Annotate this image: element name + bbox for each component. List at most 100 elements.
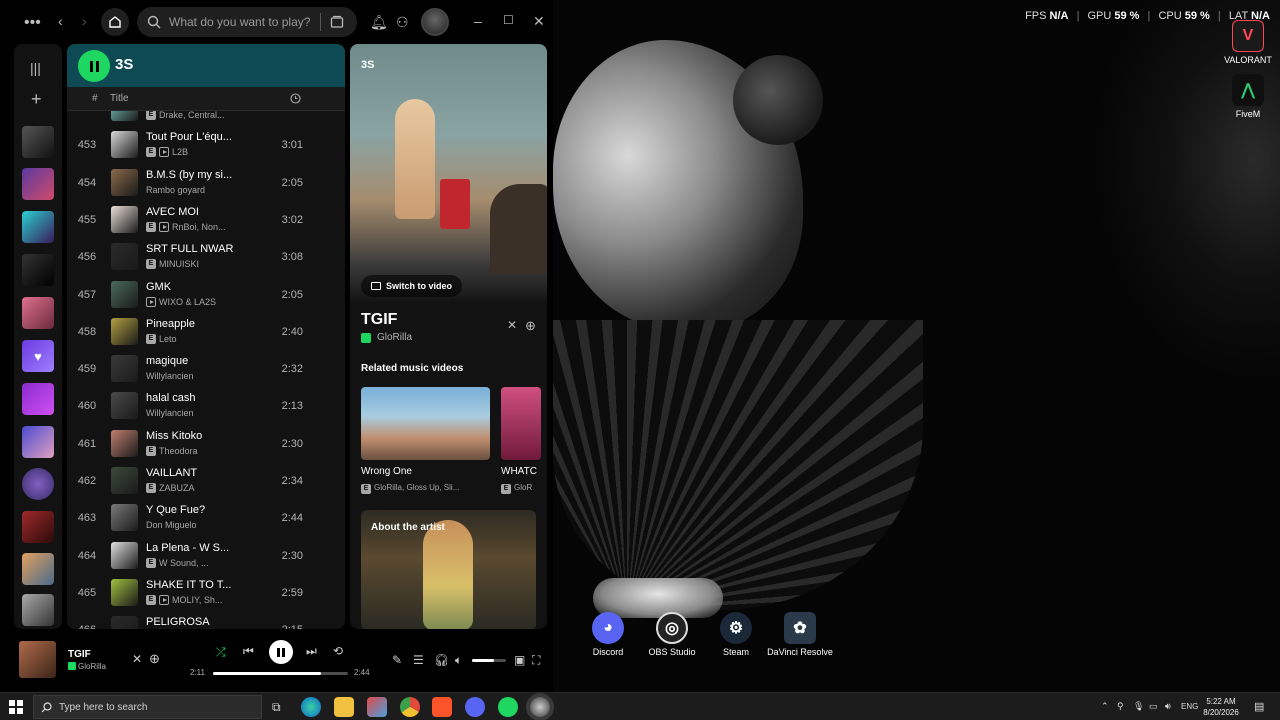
library-item[interactable] bbox=[22, 511, 54, 543]
track-title[interactable]: Pineapple bbox=[146, 318, 276, 330]
taskbar-search-input[interactable]: Type here to search bbox=[33, 695, 262, 719]
track-artist-text[interactable]: L2B bbox=[172, 147, 188, 157]
forward-arrow-icon[interactable]: › bbox=[82, 13, 87, 29]
playlist-pause-button[interactable] bbox=[78, 50, 110, 82]
track-artist-text[interactable]: Drake, Central... bbox=[159, 111, 225, 120]
track-artist-text[interactable]: MOLIY, Sh... bbox=[172, 595, 222, 605]
track-row[interactable]: 464 La Plena - W S... E W Sound, ... 2:30 bbox=[67, 539, 345, 576]
now-playing-artist[interactable]: GloRilla bbox=[377, 332, 412, 343]
miniplayer-icon[interactable]: ▣ bbox=[514, 653, 525, 667]
related-video-thumbnail[interactable] bbox=[501, 387, 541, 460]
player-song-title[interactable]: TGIF bbox=[68, 649, 91, 660]
add-to-liked-icon[interactable]: ⊕ bbox=[149, 651, 160, 667]
related-video-title[interactable]: WHATC bbox=[501, 466, 541, 477]
active-app-icon[interactable] bbox=[530, 697, 550, 717]
microphone-icon[interactable]: 🎙︎ bbox=[1133, 701, 1144, 712]
library-item[interactable] bbox=[22, 297, 54, 329]
track-artist-text[interactable]: RnBoi, Non... bbox=[172, 222, 226, 232]
desktop-icon-obs[interactable]: ◎ OBS Studio bbox=[637, 612, 707, 657]
library-icon[interactable]: ||| bbox=[30, 60, 41, 76]
file-explorer-icon[interactable] bbox=[334, 697, 354, 717]
notifications-bell-icon[interactable]: 🔔︎ bbox=[370, 14, 388, 31]
previous-track-icon[interactable]: ⏮︎ bbox=[243, 644, 254, 659]
microsoft-store-icon[interactable] bbox=[367, 697, 387, 717]
desktop-icon-davinci[interactable]: ✿ DaVinci Resolve bbox=[765, 612, 835, 657]
track-title[interactable]: SRT FULL NWAR bbox=[146, 243, 276, 255]
desktop-icon-fivem[interactable]: ⋀ FiveM bbox=[1213, 74, 1280, 119]
desktop-icon-valorant[interactable]: V VALORANT bbox=[1213, 20, 1280, 65]
track-title[interactable]: La Plena - W S... bbox=[146, 542, 276, 554]
task-view-icon[interactable]: ⧉ bbox=[272, 700, 281, 715]
windows-start-icon[interactable] bbox=[9, 700, 23, 714]
track-row[interactable]: 453 Tout Pour L'équ... E L2B 3:01 bbox=[67, 128, 345, 165]
close-window-icon[interactable]: ✕ bbox=[533, 13, 545, 30]
close-panel-icon[interactable]: ✕ bbox=[507, 318, 517, 332]
discord-icon[interactable] bbox=[465, 697, 485, 717]
network-icon[interactable]: ▭ bbox=[1149, 701, 1158, 712]
library-item[interactable] bbox=[22, 468, 54, 500]
library-item[interactable] bbox=[22, 126, 54, 158]
track-artist-text[interactable]: MINUISKI bbox=[159, 259, 199, 269]
library-item[interactable] bbox=[22, 594, 54, 626]
volume-icon[interactable]: 🔈︎ bbox=[455, 653, 462, 668]
chrome-icon[interactable] bbox=[400, 697, 420, 717]
create-plus-icon[interactable]: + bbox=[31, 89, 42, 110]
track-title[interactable]: Tout Pour L'équ... bbox=[146, 131, 276, 143]
track-title[interactable]: magique bbox=[146, 355, 276, 367]
library-item[interactable] bbox=[22, 211, 54, 243]
track-row[interactable]: 458 Pineapple E Leto 2:40 bbox=[67, 315, 345, 352]
speaker-icon[interactable]: 🔊︎ bbox=[1165, 701, 1171, 712]
home-button[interactable] bbox=[101, 8, 129, 36]
add-to-playlist-icon[interactable]: ⊕ bbox=[525, 318, 536, 334]
switch-to-video-button[interactable]: Switch to video bbox=[361, 275, 463, 297]
track-artist-text[interactable]: Rambo goyard bbox=[146, 185, 205, 195]
related-video-title[interactable]: Wrong One bbox=[361, 466, 412, 477]
library-item[interactable] bbox=[22, 383, 54, 415]
track-row[interactable]: 455 AVEC MOI E RnBoi, Non... 3:02 bbox=[67, 203, 345, 240]
brave-icon[interactable] bbox=[432, 697, 452, 717]
track-title[interactable]: VAILLANT bbox=[146, 467, 276, 479]
minimize-icon[interactable]: – bbox=[474, 13, 482, 29]
track-row[interactable]: 462 VAILLANT E ZABUZA 2:34 bbox=[67, 464, 345, 501]
progress-bar[interactable] bbox=[213, 672, 348, 675]
track-title[interactable]: PELIGROSA bbox=[146, 616, 276, 628]
volume-slider[interactable] bbox=[472, 659, 506, 662]
track-artist-text[interactable]: ZABUZA bbox=[159, 483, 195, 493]
profile-avatar[interactable] bbox=[421, 8, 449, 36]
hide-cover-close-icon[interactable]: ✕ bbox=[132, 652, 142, 666]
repeat-icon[interactable]: ⟲ bbox=[333, 644, 343, 658]
track-title[interactable]: AVEC MOI bbox=[146, 206, 276, 218]
track-artist-text[interactable]: Leto bbox=[159, 334, 177, 344]
library-item[interactable] bbox=[22, 553, 54, 585]
track-row[interactable]: 456 SRT FULL NWAR E MINUISKI 3:08 bbox=[67, 240, 345, 277]
now-playing-cover[interactable] bbox=[19, 641, 56, 678]
shuffle-icon[interactable]: ⤮ bbox=[216, 645, 226, 660]
edge-icon[interactable] bbox=[301, 697, 321, 717]
player-artist[interactable]: GloRilla bbox=[78, 662, 106, 671]
lyrics-icon[interactable]: ✎ bbox=[392, 653, 402, 667]
library-item[interactable] bbox=[22, 426, 54, 458]
more-menu-icon[interactable]: ••• bbox=[24, 14, 41, 32]
browse-icon[interactable] bbox=[330, 15, 344, 29]
desktop-icon-steam[interactable]: ⚙ Steam bbox=[701, 612, 771, 657]
maximize-icon[interactable]: ☐ bbox=[503, 13, 514, 27]
queue-icon[interactable]: ☰ bbox=[413, 653, 424, 667]
track-artist-text[interactable]: Willylancien bbox=[146, 408, 194, 418]
track-title[interactable]: GMK bbox=[146, 281, 276, 293]
notifications-icon[interactable]: ▤ bbox=[1254, 700, 1264, 713]
track-artist-text[interactable]: WIXO & LA2S bbox=[159, 297, 216, 307]
library-item[interactable] bbox=[22, 168, 54, 200]
back-arrow-icon[interactable]: ‹ bbox=[58, 13, 63, 29]
track-artist-text[interactable]: Willylancien bbox=[146, 371, 194, 381]
friend-activity-icon[interactable]: ⚇ bbox=[396, 14, 409, 31]
show-hidden-icons-icon[interactable]: ⌃ bbox=[1101, 701, 1109, 712]
track-row[interactable]: 459 magique Willylancien 2:32 bbox=[67, 352, 345, 389]
connect-device-icon[interactable]: 🎧︎ bbox=[434, 653, 449, 667]
now-playing-song-title[interactable]: TGIF bbox=[361, 311, 397, 329]
track-row[interactable]: 454 B.M.S (by my si... Rambo goyard 2:05 bbox=[67, 166, 345, 203]
spotify-icon[interactable] bbox=[498, 697, 518, 717]
track-title[interactable]: Y Que Fue? bbox=[146, 504, 276, 516]
about-the-artist-card[interactable]: About the artist bbox=[361, 510, 536, 629]
track-title[interactable]: halal cash bbox=[146, 392, 276, 404]
track-row[interactable]: 457 GMK WIXO & LA2S 2:05 bbox=[67, 278, 345, 315]
